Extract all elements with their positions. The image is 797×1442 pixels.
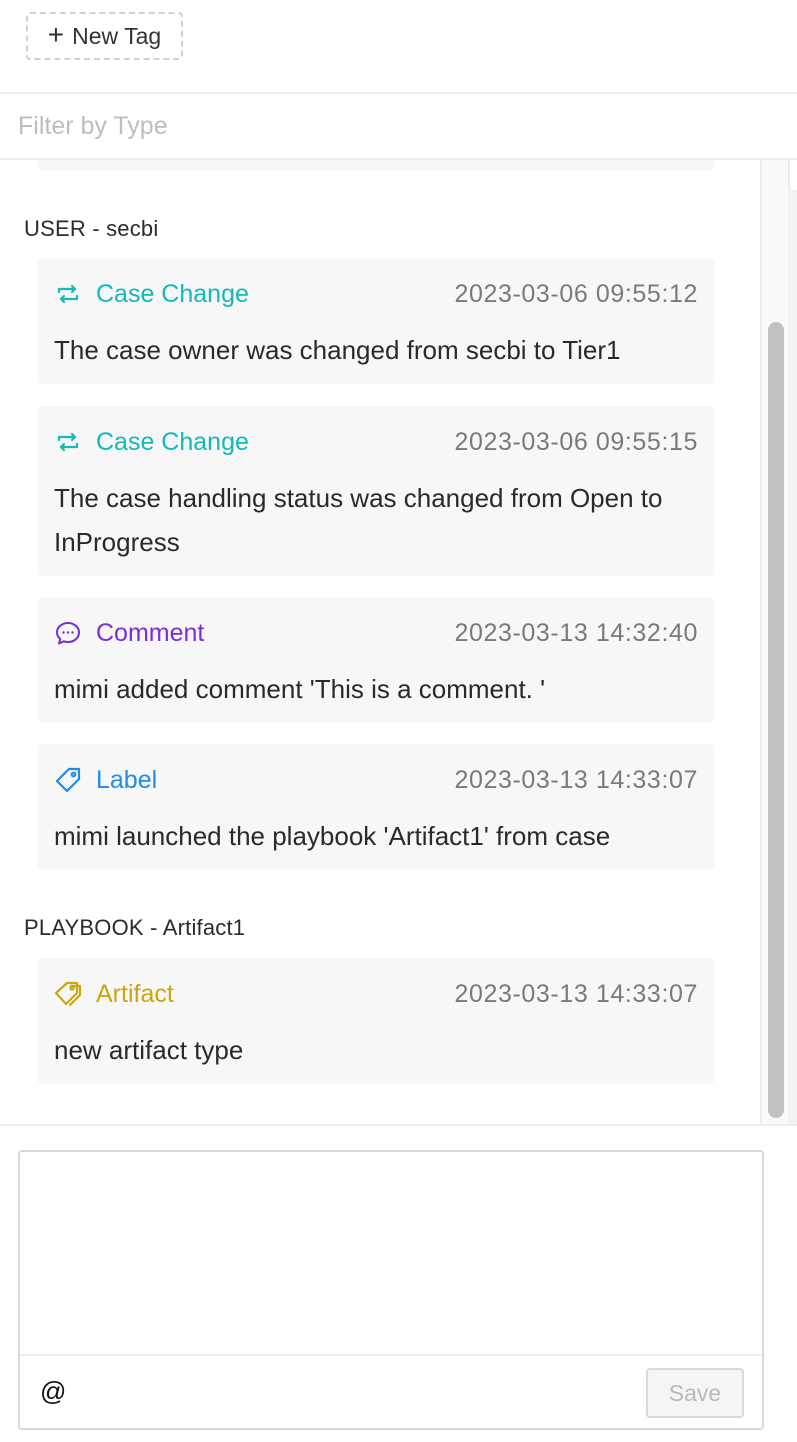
activity-time: 2023-03-06 09:55:15 [454,427,698,456]
save-button[interactable]: Save [646,1368,744,1418]
group-title: PLAYBOOK - Artifact1 [24,915,246,940]
activity-text: The case owner was changed from secbi to… [54,335,621,365]
divider [788,190,797,1124]
new-tag-label: New Tag [72,22,162,49]
activity-panel: + New Tag USER - secbi Case Change [0,0,797,1442]
tag-area: + New Tag [0,0,797,94]
plus-icon: + [47,19,65,50]
activity-time: 2023-03-13 14:32:40 [454,618,698,647]
artifact-tag-icon [54,980,82,1008]
list-item [38,160,714,171]
comment-icon [54,619,82,647]
divider [788,160,797,190]
swap-icon [54,280,82,308]
activity-card: Label 2023-03-13 14:33:07 mimi launched … [38,744,714,870]
activity-type: Comment [96,618,205,647]
activity-type: Label [96,765,158,794]
tag-icon [54,766,82,794]
activity-text: The case handling status was changed fro… [54,483,663,557]
activity-type: Case Change [96,279,249,308]
scrollbar-thumb[interactable] [768,322,784,1118]
activity-time: 2023-03-13 14:33:07 [454,979,698,1008]
activity-type: Case Change [96,427,249,456]
activity-card: Comment 2023-03-13 14:32:40 mimi added c… [38,597,714,723]
activity-card: Case Change 2023-03-06 09:55:15 The case… [38,406,714,576]
activity-text: mimi launched the playbook 'Artifact1' f… [54,821,611,851]
new-tag-button[interactable]: + New Tag [26,12,183,60]
divider [0,1124,797,1126]
comment-input[interactable] [20,1152,762,1354]
swap-icon [54,428,82,456]
mention-button[interactable]: @ [40,1376,66,1407]
filter-input[interactable] [0,94,797,158]
activity-text: mimi added comment 'This is a comment. ' [54,674,546,704]
group-title: USER - secbi [24,216,159,241]
activity-time: 2023-03-13 14:33:07 [454,765,698,794]
activity-time: 2023-03-06 09:55:12 [454,279,698,308]
scrollbar-track[interactable] [760,160,788,1124]
activity-list[interactable]: USER - secbi Case Change 2023-03-06 09:5… [0,160,760,1124]
comment-editor: @ Save [18,1150,764,1430]
activity-type: Artifact [96,979,174,1008]
editor-toolbar: @ Save [20,1354,762,1428]
filter-by-type[interactable] [0,94,797,160]
activity-card: Case Change 2023-03-06 09:55:12 The case… [38,258,714,384]
activity-card: Artifact 2023-03-13 14:33:07 new artifac… [38,958,714,1084]
activity-text: new artifact type [54,1035,244,1065]
